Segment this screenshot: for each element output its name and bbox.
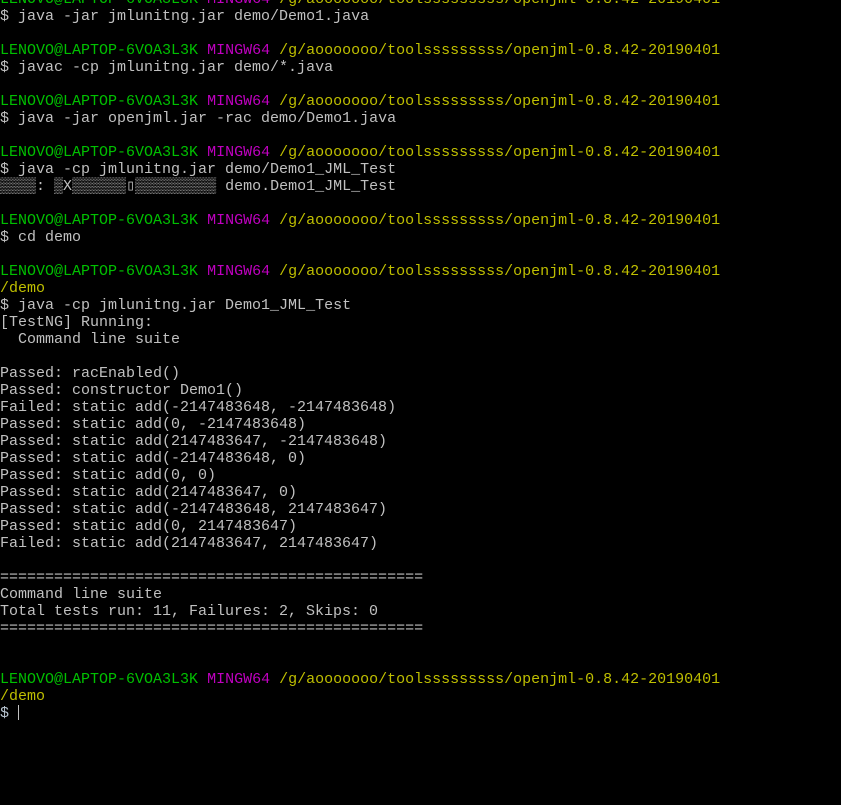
output-text: Passed: static add(0, -2147483648)	[0, 416, 307, 433]
prompt-env: MINGW64	[207, 671, 271, 688]
output-line: Passed: static add(-2147483648, 21474836…	[0, 501, 720, 518]
prompt-path: /g/aooooooo/toolsssssssss/openjml-0.8.42…	[279, 263, 721, 280]
prompt-path: /g/aooooooo/toolsssssssss/openjml-0.8.42…	[279, 42, 721, 59]
prompt-line: LENOVO@LAPTOP-6VOA3L3K MINGW64 /g/aooooo…	[0, 42, 720, 59]
output-line: Command line suite	[0, 331, 720, 348]
prompt-path: /g/aooooooo/toolsssssssss/openjml-0.8.42…	[279, 144, 721, 161]
prompt-path: /demo	[0, 688, 46, 705]
output-text: Total tests run: 11, Failures: 2, Skips:…	[0, 603, 379, 620]
prompt-line: LENOVO@LAPTOP-6VOA3L3K MINGW64 /g/aooooo…	[0, 0, 720, 8]
prompt-env: MINGW64	[207, 42, 271, 59]
output-line: Failed: static add(2147483647, 214748364…	[0, 535, 720, 552]
output-text: Command line suite	[0, 331, 181, 348]
output-line: [TestNG] Running:	[0, 314, 720, 331]
output-line: ▒▒▒▒: ▒X▒▒▒▒▒▒▯▒▒▒▒▒▒▒▒▒ demo.Demo1_JML_…	[0, 178, 720, 195]
command-text: java -cp jmlunitng.jar demo/Demo1_JML_Te…	[18, 161, 397, 178]
command-text: java -cp jmlunitng.jar Demo1_JML_Test	[18, 297, 352, 314]
prompt-user: LENOVO@LAPTOP-6VOA3L3K	[0, 263, 199, 280]
output-text: ▒▒▒▒: ▒X▒▒▒▒▒▒▯▒▒▒▒▒▒▒▒▒ demo.Demo1_JML_…	[0, 178, 397, 195]
prompt-line: LENOVO@LAPTOP-6VOA3L3K MINGW64 /g/aooooo…	[0, 144, 720, 161]
dollar-sign: $	[0, 705, 19, 722]
dollar-sign: $	[0, 8, 19, 25]
prompt-line: LENOVO@LAPTOP-6VOA3L3K MINGW64 /g/aooooo…	[0, 263, 720, 280]
dollar-sign: $	[0, 59, 19, 76]
prompt-user: LENOVO@LAPTOP-6VOA3L3K	[0, 93, 199, 110]
output-text: Passed: constructor Demo1()	[0, 382, 244, 399]
prompt-env: MINGW64	[207, 0, 270, 8]
prompt-line: LENOVO@LAPTOP-6VOA3L3K MINGW64 /g/aooooo…	[0, 212, 720, 229]
dollar-sign: $	[0, 110, 19, 127]
prompt-path: /g/aooooooo/toolsssssssss/openjml-0.8.42…	[279, 212, 721, 229]
prompt-user: LENOVO@LAPTOP-6VOA3L3K	[0, 212, 199, 229]
command-line: $ java -jar openjml.jar -rac demo/Demo1.…	[0, 110, 720, 127]
output-text: Passed: racEnabled()	[0, 365, 181, 382]
output-line: Command line suite	[0, 586, 720, 603]
dollar-sign: $	[0, 297, 19, 314]
prompt-user: LENOVO@LAPTOP-6VOA3L3K	[0, 0, 198, 8]
output-line: Passed: constructor Demo1()	[0, 382, 720, 399]
output-line: Passed: static add(0, -2147483648)	[0, 416, 720, 433]
prompt-user: LENOVO@LAPTOP-6VOA3L3K	[0, 671, 199, 688]
command-text: cd demo	[18, 229, 82, 246]
command-line: $ javac -cp jmlunitng.jar demo/*.java	[0, 59, 720, 76]
text-cursor[interactable]	[18, 705, 20, 720]
command-input-line[interactable]: $	[0, 705, 720, 722]
output-text: [TestNG] Running:	[0, 314, 154, 331]
prompt-env: MINGW64	[207, 212, 271, 229]
command-text: java -jar openjml.jar -rac demo/Demo1.ja…	[18, 110, 397, 127]
prompt-path: /g/aooooooo/toolsssssssss/openjml-0.8.42…	[279, 0, 720, 8]
output-text: Passed: static add(2147483647, 0)	[0, 484, 298, 501]
output-text: ========================================…	[0, 569, 424, 586]
output-text: Passed: static add(0, 2147483647)	[0, 518, 298, 535]
prompt-env: MINGW64	[207, 144, 271, 161]
output-line: ========================================…	[0, 620, 720, 637]
prompt-path: /g/aooooooo/toolsssssssss/openjml-0.8.42…	[279, 93, 721, 110]
command-text: javac -cp jmlunitng.jar demo/*.java	[18, 59, 334, 76]
command-text: java -jar jmlunitng.jar demo/Demo1.java	[18, 8, 370, 25]
output-line: ========================================…	[0, 569, 720, 586]
prompt-path: /demo	[0, 280, 46, 297]
command-line: $ cd demo	[0, 229, 720, 246]
prompt-subpath: /demo	[0, 280, 720, 297]
terminal-output[interactable]: LENOVO@LAPTOP-6VOA3L3K MINGW64 /g/aooooo…	[0, 0, 720, 722]
output-line: Passed: static add(2147483647, 0)	[0, 484, 720, 501]
output-text: ========================================…	[0, 620, 424, 637]
dollar-sign: $	[0, 229, 19, 246]
prompt-user: LENOVO@LAPTOP-6VOA3L3K	[0, 144, 199, 161]
output-text: Failed: static add(2147483647, 214748364…	[0, 535, 379, 552]
output-line: Passed: static add(0, 0)	[0, 467, 720, 484]
output-line: Passed: static add(2147483647, -21474836…	[0, 433, 720, 450]
output-text: Passed: static add(-2147483648, 0)	[0, 450, 307, 467]
output-text: Command line suite	[0, 586, 163, 603]
output-text: Passed: static add(2147483647, -21474836…	[0, 433, 388, 450]
output-text: Passed: static add(-2147483648, 21474836…	[0, 501, 388, 518]
output-line: Failed: static add(-2147483648, -2147483…	[0, 399, 720, 416]
prompt-subpath: /demo	[0, 688, 720, 705]
output-line: Passed: racEnabled()	[0, 365, 720, 382]
output-line: Passed: static add(0, 2147483647)	[0, 518, 720, 535]
prompt-env: MINGW64	[207, 93, 271, 110]
prompt-path: /g/aooooooo/toolsssssssss/openjml-0.8.42…	[279, 671, 721, 688]
output-line: Passed: static add(-2147483648, 0)	[0, 450, 720, 467]
prompt-env: MINGW64	[207, 263, 271, 280]
output-text: Passed: static add(0, 0)	[0, 467, 217, 484]
dollar-sign: $	[0, 161, 19, 178]
command-line: $ java -cp jmlunitng.jar demo/Demo1_JML_…	[0, 161, 720, 178]
command-line: $ java -jar jmlunitng.jar demo/Demo1.jav…	[0, 8, 720, 25]
output-text: Failed: static add(-2147483648, -2147483…	[0, 399, 397, 416]
command-line: $ java -cp jmlunitng.jar Demo1_JML_Test	[0, 297, 720, 314]
prompt-user: LENOVO@LAPTOP-6VOA3L3K	[0, 42, 199, 59]
prompt-line: LENOVO@LAPTOP-6VOA3L3K MINGW64 /g/aooooo…	[0, 671, 720, 688]
prompt-line: LENOVO@LAPTOP-6VOA3L3K MINGW64 /g/aooooo…	[0, 93, 720, 110]
output-line: Total tests run: 11, Failures: 2, Skips:…	[0, 603, 720, 620]
